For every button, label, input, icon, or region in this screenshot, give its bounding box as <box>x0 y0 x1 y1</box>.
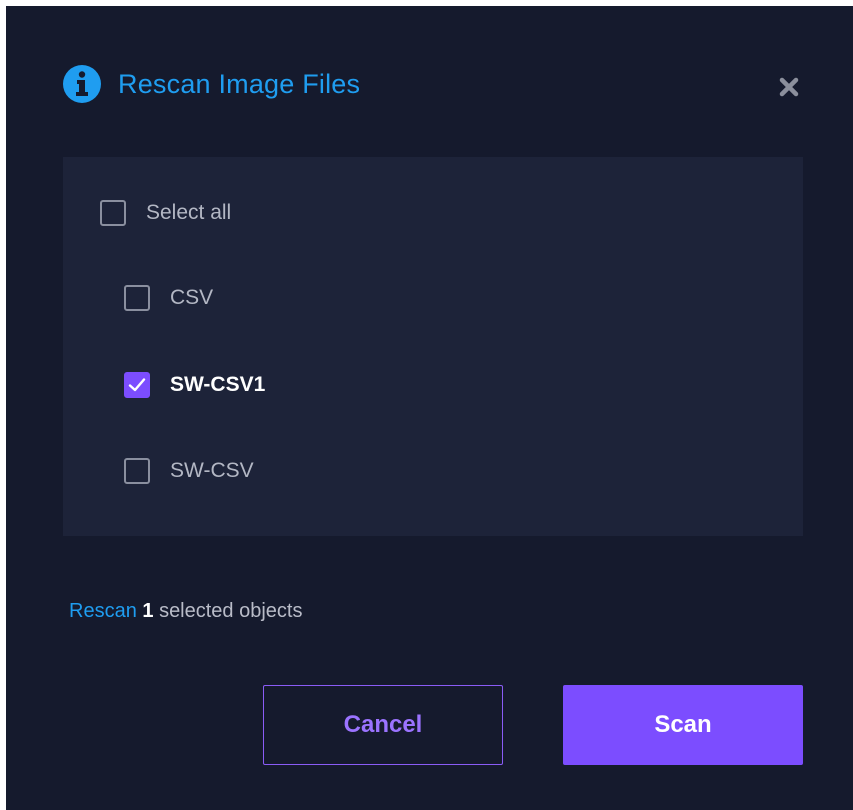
dialog-header: Rescan Image Files <box>62 60 360 108</box>
checkmark-icon <box>128 378 146 392</box>
list-item-label: SW-CSV1 <box>170 373 266 396</box>
select-all-label: Select all <box>146 201 232 224</box>
scan-button[interactable]: Scan <box>563 685 803 765</box>
summary-suffix: selected objects <box>159 600 303 622</box>
checkbox-csv[interactable] <box>124 285 150 311</box>
file-list-panel: Select all CSV SW-CSV1 SW-CSV <box>63 157 803 536</box>
selected-count: 1 <box>142 600 154 622</box>
select-all-checkbox[interactable] <box>100 200 126 226</box>
list-item-sw-csv[interactable]: SW-CSV <box>124 458 254 484</box>
rescan-dialog: Rescan Image Files Select all CSV SW-CSV… <box>6 6 853 810</box>
rescan-link[interactable]: Rescan <box>69 600 137 622</box>
select-all-row[interactable]: Select all <box>100 200 231 226</box>
checkbox-sw-csv1[interactable] <box>124 372 150 398</box>
list-item-label: CSV <box>170 286 214 309</box>
cancel-button[interactable]: Cancel <box>263 685 503 765</box>
checkbox-sw-csv[interactable] <box>124 458 150 484</box>
list-item-sw-csv1[interactable]: SW-CSV1 <box>124 372 265 398</box>
selection-summary: Rescan 1 selected objects <box>69 600 302 623</box>
list-item-label: SW-CSV <box>170 459 254 482</box>
dialog-title: Rescan Image Files <box>118 68 361 99</box>
close-icon[interactable] <box>778 76 800 98</box>
info-icon <box>63 65 101 103</box>
list-item-csv[interactable]: CSV <box>124 285 213 311</box>
